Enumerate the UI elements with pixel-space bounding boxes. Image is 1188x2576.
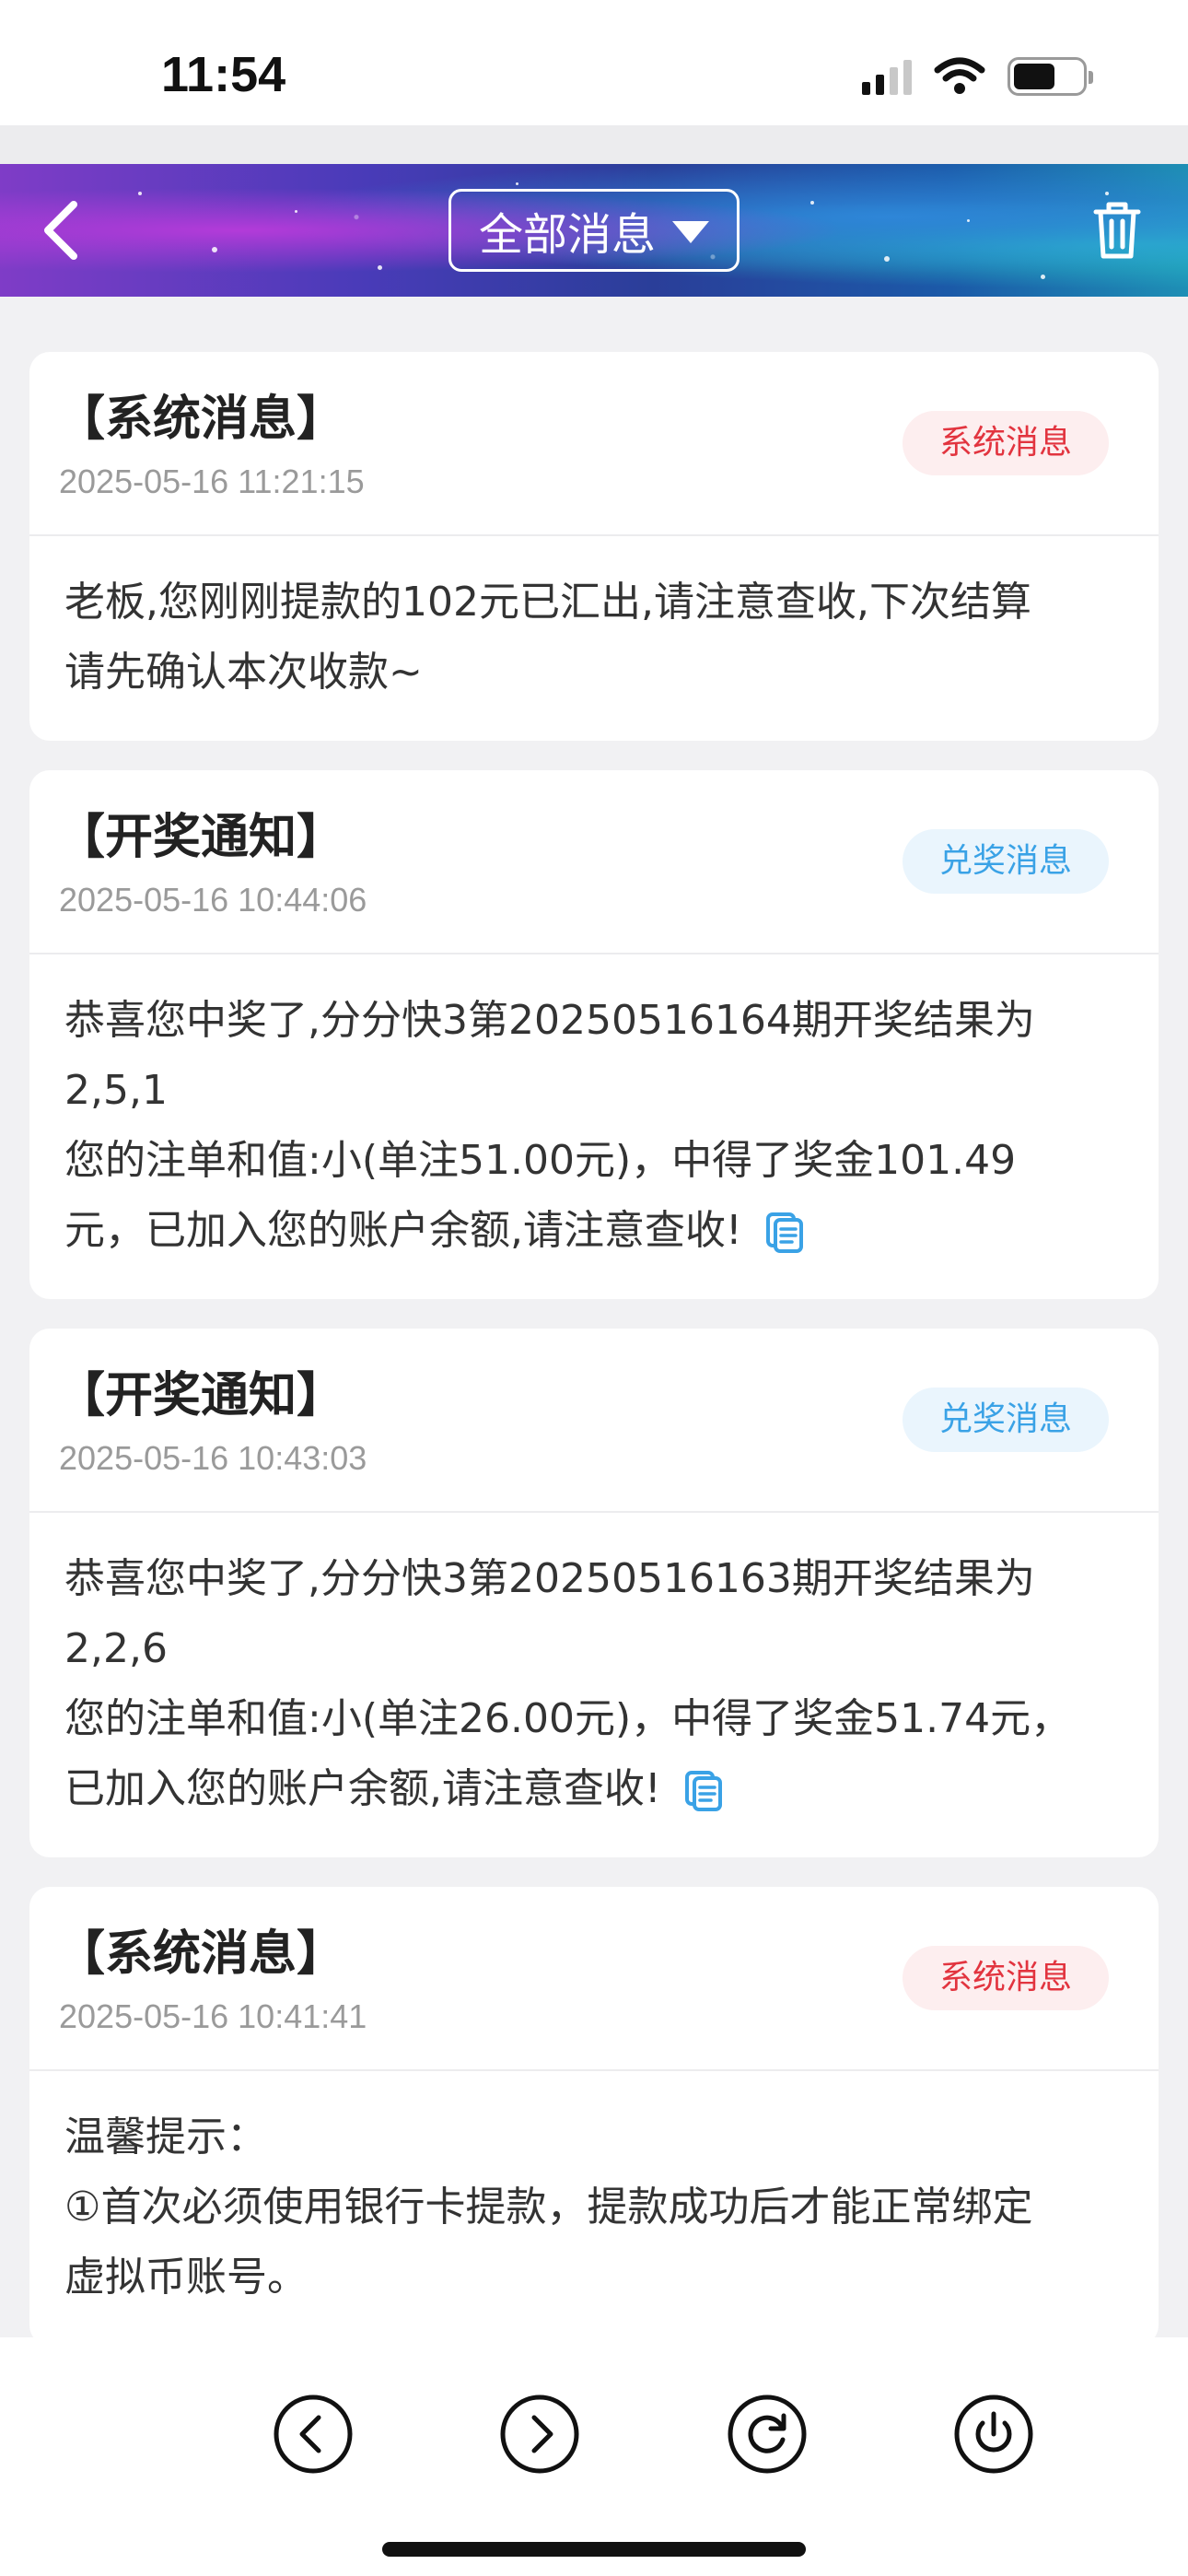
refresh-icon[interactable] xyxy=(727,2394,808,2475)
message-body: 恭喜您中奖了,分分快3第20250516163期开奖结果为 2,2,6 您的注单… xyxy=(64,1555,1072,1812)
caret-down-icon xyxy=(672,221,709,243)
battery-icon xyxy=(1007,57,1093,96)
message-filter-dropdown[interactable]: 全部消息 xyxy=(448,189,740,272)
trash-icon[interactable] xyxy=(1092,199,1142,262)
page-title: 全部消息 xyxy=(478,209,656,261)
nav-bar: 全部消息 xyxy=(0,164,1188,297)
power-icon[interactable] xyxy=(953,2394,1034,2475)
message-list[interactable]: 【系统消息】 2025-05-16 11:21:15 系统消息 老板,您刚刚提款… xyxy=(29,352,1159,2337)
copy-icon[interactable] xyxy=(764,1212,805,1253)
message-date: 2025-05-16 10:41:41 xyxy=(59,1997,367,2035)
message-body: 老板,您刚刚提款的102元已汇出,请注意查收,下次结算 请先确认本次收款~ xyxy=(64,579,1031,696)
status-icons xyxy=(862,57,1093,96)
message-date: 2025-05-16 10:44:06 xyxy=(59,881,367,919)
message-type-badge: 系统消息 xyxy=(902,1946,1109,2010)
copy-icon[interactable] xyxy=(683,1771,724,1811)
message-date: 2025-05-16 10:43:03 xyxy=(59,1439,367,1477)
message-title: 【开奖通知】 xyxy=(57,810,345,865)
status-bar: 11:54 xyxy=(0,0,1188,125)
message-card[interactable]: 【系统消息】 2025-05-16 10:41:41 系统消息 温馨提示： ①首… xyxy=(29,1887,1159,2337)
message-card[interactable]: 【开奖通知】 2025-05-16 10:43:03 兑奖消息 恭喜您中奖了,分… xyxy=(29,1329,1159,1857)
home-indicator[interactable] xyxy=(382,2542,806,2557)
message-title: 【开奖通知】 xyxy=(57,1368,345,1423)
message-body: 恭喜您中奖了,分分快3第20250516164期开奖结果为 2,5,1 您的注单… xyxy=(64,997,1035,1254)
forward-circle-icon[interactable] xyxy=(499,2394,580,2475)
bottom-toolbar xyxy=(0,2337,1188,2576)
message-card[interactable]: 【开奖通知】 2025-05-16 10:44:06 兑奖消息 恭喜您中奖了,分… xyxy=(29,770,1159,1299)
message-body: 温馨提示： ①首次必须使用银行卡提款，提款成功后才能正常绑定 虚拟币账号。 xyxy=(64,2113,1033,2301)
message-title: 【系统消息】 xyxy=(57,1926,345,1982)
message-type-badge: 兑奖消息 xyxy=(902,829,1109,894)
status-time: 11:54 xyxy=(161,47,286,102)
cellular-signal-icon xyxy=(862,58,912,95)
back-button[interactable] xyxy=(33,199,88,262)
message-type-badge: 兑奖消息 xyxy=(902,1388,1109,1452)
wifi-icon xyxy=(934,57,985,94)
back-circle-icon[interactable] xyxy=(273,2394,354,2475)
message-type-badge: 系统消息 xyxy=(902,411,1109,475)
message-date: 2025-05-16 11:21:15 xyxy=(59,463,365,500)
message-card[interactable]: 【系统消息】 2025-05-16 11:21:15 系统消息 老板,您刚刚提款… xyxy=(29,352,1159,741)
message-title: 【系统消息】 xyxy=(57,392,345,447)
